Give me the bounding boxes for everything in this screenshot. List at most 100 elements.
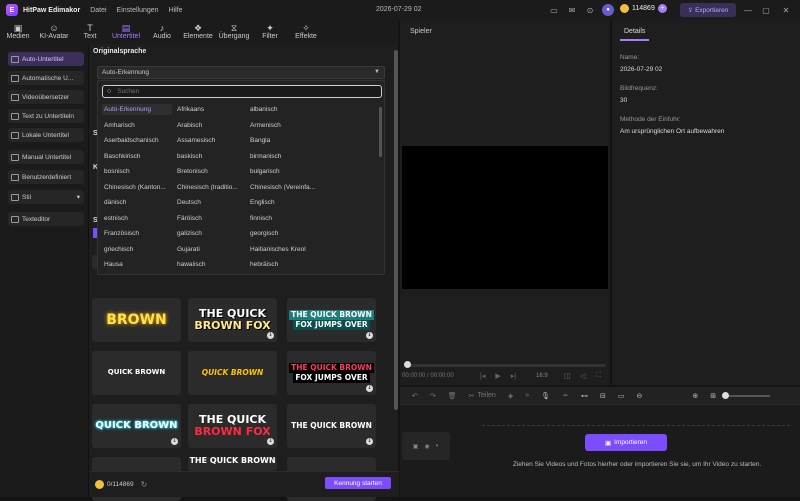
- import-button[interactable]: ▣ Importieren: [585, 434, 667, 451]
- lock-icon[interactable]: ▣: [413, 443, 419, 450]
- volume-icon[interactable]: ◁: [580, 372, 585, 380]
- subtitle-style-card[interactable]: THE QUICK BROWN FOX JUMPS OVER ↓: [287, 298, 376, 342]
- language-option[interactable]: Aserbaidschanisch: [102, 135, 172, 146]
- language-option[interactable]: Arabisch: [175, 120, 245, 131]
- microphone-icon[interactable]: 🎙: [541, 392, 550, 400]
- tab-details[interactable]: Details: [620, 24, 650, 41]
- language-select[interactable]: Auto-Erkennung ▼: [97, 66, 385, 79]
- download-icon[interactable]: ↓: [366, 385, 373, 392]
- close-icon[interactable]: ✕: [780, 4, 792, 16]
- avatar[interactable]: ●: [602, 4, 614, 16]
- sidebar-item-2[interactable]: Videoübersetzer: [8, 90, 84, 104]
- split-icon[interactable]: ✂: [469, 392, 475, 400]
- language-option[interactable]: Bangla: [248, 135, 318, 146]
- undo-icon[interactable]: ↶: [412, 392, 418, 400]
- subtitle-track-icon[interactable]: ▭: [618, 392, 625, 400]
- download-icon[interactable]: ⊙: [584, 4, 596, 16]
- delete-icon[interactable]: 🗑: [448, 392, 457, 400]
- language-option[interactable]: georgisch: [248, 228, 318, 239]
- language-option[interactable]: bosnisch: [102, 166, 172, 177]
- subtitle-style-card[interactable]: THE QUICK BROWN ↓: [287, 404, 376, 448]
- redo-icon[interactable]: ↷: [430, 392, 436, 400]
- start-recognition-button[interactable]: Kennung starten: [325, 477, 391, 489]
- subtitle-style-card[interactable]: THE QUICK BROWN FOX JUMPS OVER ↓: [287, 351, 376, 395]
- download-icon[interactable]: ↓: [267, 438, 274, 445]
- sidebar-item-6[interactable]: Benutzerdefiniert: [8, 170, 84, 184]
- monitor-icon[interactable]: ▭: [548, 4, 560, 16]
- download-icon[interactable]: ↓: [171, 438, 178, 445]
- playback-scrubber[interactable]: [406, 364, 606, 367]
- menu-einstellungen[interactable]: Einstellungen: [117, 7, 159, 14]
- download-icon[interactable]: ↓: [366, 438, 373, 445]
- language-option[interactable]: Baschkirisch: [102, 151, 172, 162]
- subtitle-style-card[interactable]: BROWN: [92, 298, 181, 342]
- tab-elemente[interactable]: ❖ Elemente: [180, 20, 216, 44]
- language-option[interactable]: Französisch: [102, 228, 172, 239]
- language-option[interactable]: Assamesisch: [175, 135, 245, 146]
- tab-untertitel[interactable]: ▤ Untertitel: [108, 20, 144, 44]
- language-option[interactable]: Hausa: [102, 259, 172, 270]
- tab-filter[interactable]: ✦ Filter: [252, 20, 288, 44]
- zoom-in-icon[interactable]: ⊕: [692, 392, 698, 400]
- link-icon[interactable]: ⇔: [562, 392, 569, 399]
- skip-forward-icon[interactable]: ▸|: [511, 372, 516, 380]
- aspect-ratio[interactable]: 16:9: [536, 373, 548, 379]
- language-option[interactable]: hebräisch: [248, 259, 318, 270]
- sidebar-item-8[interactable]: Texteditor: [8, 212, 84, 226]
- subtitle-style-card[interactable]: THE QUICK BROWN FOX ↓: [188, 404, 277, 448]
- language-option[interactable]: galizisch: [175, 228, 245, 239]
- language-option[interactable]: Haitianisches Kreol: [248, 244, 318, 255]
- skip-back-icon[interactable]: |◂: [480, 372, 485, 380]
- dropdown-scrollbar[interactable]: [379, 107, 382, 157]
- subtitle-style-card[interactable]: THE QUICK BROWN FOX ↓: [188, 298, 277, 342]
- panel-scrollbar[interactable]: [394, 50, 398, 410]
- sidebar-item-0[interactable]: Auto-Untertitel: [8, 52, 84, 66]
- language-option[interactable]: Chinesisch (traditio...: [175, 182, 245, 193]
- language-option[interactable]: Färöisch: [175, 213, 245, 224]
- menu-hilfe[interactable]: Hilfe: [169, 7, 183, 14]
- video-preview[interactable]: [402, 146, 608, 289]
- scrubber-handle[interactable]: [404, 361, 411, 368]
- language-option[interactable]: hawaiisch: [175, 259, 245, 270]
- tab-ki-avatar[interactable]: ☺ KI-Avatar: [36, 20, 72, 44]
- subtitle-style-card[interactable]: QUICK BROWN: [188, 351, 277, 395]
- export-button[interactable]: ⇪ Exportieren: [680, 3, 736, 17]
- tab-medien[interactable]: ▣ Medien: [0, 20, 36, 44]
- subtitle-style-card[interactable]: THE QUICK BROWN: [188, 457, 277, 471]
- shield-icon[interactable]: ◈: [508, 392, 513, 400]
- refresh-icon[interactable]: ↻: [141, 480, 148, 489]
- menu-datei[interactable]: Datei: [90, 7, 106, 14]
- fullscreen-icon[interactable]: ⛶: [596, 372, 601, 380]
- track-icon[interactable]: ⊷: [581, 392, 588, 400]
- sidebar-item-4[interactable]: Lokale Untertitel: [8, 128, 84, 142]
- sidebar-item-5[interactable]: Manual Untertitel: [8, 150, 84, 164]
- download-icon[interactable]: ↓: [267, 332, 274, 339]
- language-option[interactable]: Deutsch: [175, 197, 245, 208]
- language-option[interactable]: Chinesisch (Kanton...: [102, 182, 172, 193]
- subtitle-style-card[interactable]: QUICK BROWN ↓: [92, 404, 181, 448]
- tab-effekte[interactable]: ✧ Effekte: [288, 20, 324, 44]
- minimize-icon[interactable]: —: [742, 4, 754, 16]
- language-option[interactable]: Gujarati: [175, 244, 245, 255]
- language-option[interactable]: Auto-Erkennung: [102, 104, 172, 115]
- language-option[interactable]: Chinesisch (Vereinfa...: [248, 182, 318, 193]
- tab-übergang[interactable]: ⧖ Übergang: [216, 20, 252, 44]
- language-option[interactable]: Amharisch: [102, 120, 172, 131]
- split-label[interactable]: Teilen: [478, 392, 496, 399]
- zoom-slider-handle[interactable]: [722, 392, 729, 399]
- speed-icon[interactable]: »: [525, 392, 529, 399]
- sidebar-item-3[interactable]: Text zu Untertiteln: [8, 109, 84, 123]
- add-coins-icon[interactable]: +: [657, 4, 667, 13]
- sidebar-item-1[interactable]: Automatische U...: [8, 71, 84, 85]
- language-option[interactable]: Armenisch: [248, 120, 318, 131]
- tab-text[interactable]: T Text: [72, 20, 108, 44]
- maximize-icon[interactable]: ▢: [760, 4, 772, 16]
- language-option[interactable]: finnisch: [248, 213, 318, 224]
- zoom-out-icon[interactable]: ⊖: [637, 392, 643, 400]
- language-option[interactable]: albanisch: [248, 104, 318, 115]
- caption-icon[interactable]: ⊟: [600, 392, 606, 400]
- language-option[interactable]: Afrikaans: [175, 104, 245, 115]
- fit-icon[interactable]: ⊞: [710, 392, 716, 400]
- language-option[interactable]: baskisch: [175, 151, 245, 162]
- language-option[interactable]: griechisch: [102, 244, 172, 255]
